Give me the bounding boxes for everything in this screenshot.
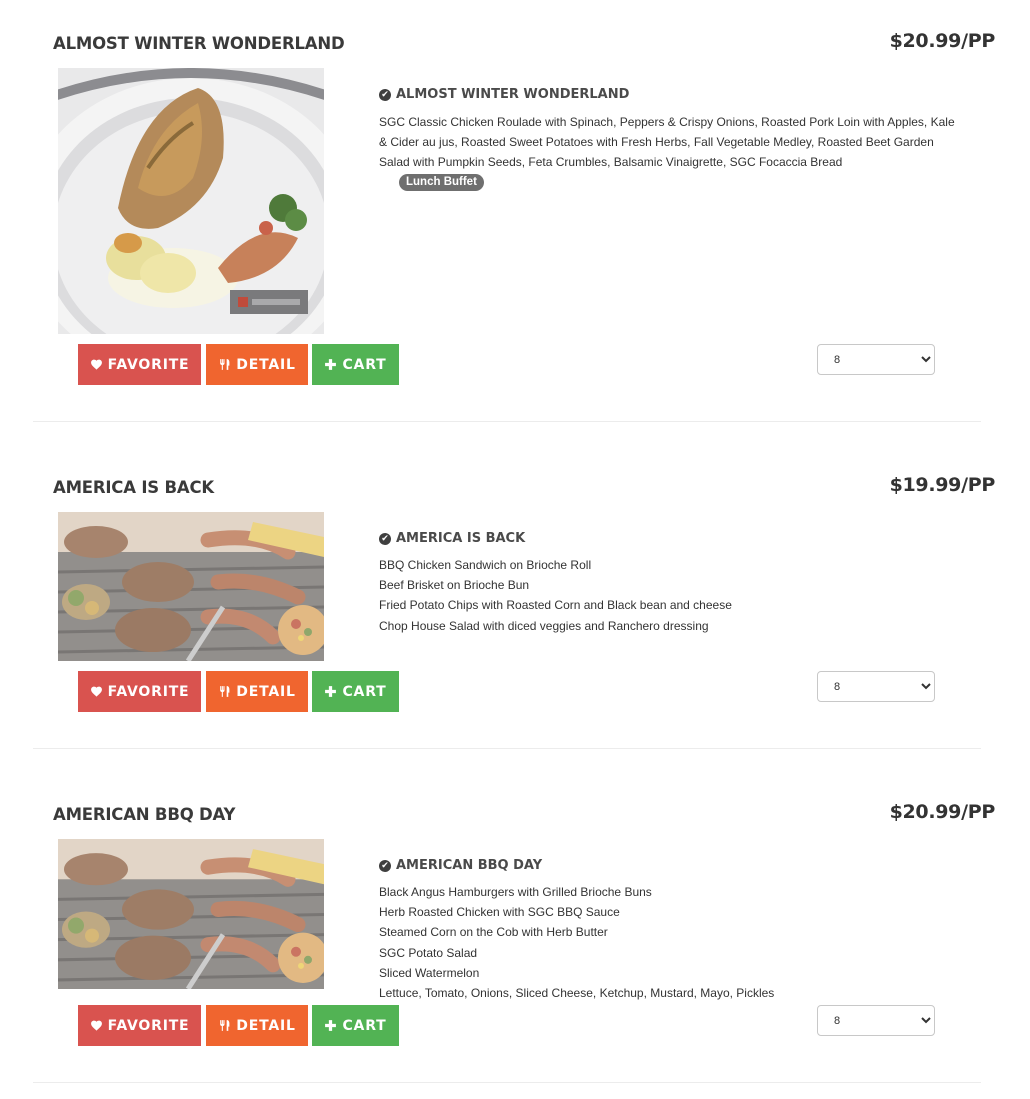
check-circle-icon: ✔ bbox=[379, 859, 391, 872]
detail-heading: ✔ ALMOST WINTER WONDERLAND bbox=[379, 87, 964, 102]
detail-label: DETAIL bbox=[236, 356, 296, 373]
category-badge[interactable]: Lunch Buffet bbox=[399, 174, 484, 191]
detail-label: DETAIL bbox=[236, 1017, 296, 1034]
item-price: $20.99/PP bbox=[889, 30, 996, 52]
detail-button[interactable]: DETAIL bbox=[206, 344, 308, 385]
cutlery-icon bbox=[218, 1019, 231, 1032]
plus-icon bbox=[324, 1019, 337, 1032]
detail-button[interactable]: DETAIL bbox=[206, 671, 308, 712]
favorite-label: FAVORITE bbox=[107, 683, 190, 700]
add-to-cart-button[interactable]: CART bbox=[312, 1005, 399, 1046]
item-title: AMERICA IS BACK bbox=[53, 478, 214, 497]
favorite-label: FAVORITE bbox=[107, 356, 190, 373]
plus-icon bbox=[324, 358, 337, 371]
menu-line: Herb Roasted Chicken with SGC BBQ Sauce bbox=[379, 905, 620, 920]
detail-heading: ✔ AMERICAN BBQ DAY bbox=[379, 858, 964, 873]
favorite-button[interactable]: FAVORITE bbox=[78, 344, 201, 385]
detail-label: DETAIL bbox=[236, 683, 296, 700]
menu-lines: BBQ Chicken Sandwich on Brioche Roll Bee… bbox=[379, 555, 964, 636]
menu-line: Steamed Corn on the Cob with Herb Butter bbox=[379, 925, 608, 940]
bbq-grill-photo[interactable] bbox=[58, 839, 324, 989]
cutlery-icon bbox=[218, 358, 231, 371]
bbq-grill-photo[interactable] bbox=[58, 512, 324, 661]
favorite-button[interactable]: FAVORITE bbox=[78, 671, 201, 712]
menu-line: Fried Potato Chips with Roasted Corn and… bbox=[379, 598, 732, 613]
add-to-cart-button[interactable]: CART bbox=[312, 344, 399, 385]
check-circle-icon: ✔ bbox=[379, 88, 391, 101]
cutlery-icon bbox=[218, 685, 231, 698]
detail-heading: ✔ AMERICA IS BACK bbox=[379, 531, 964, 546]
heart-icon bbox=[90, 1019, 103, 1032]
cart-label: CART bbox=[342, 1017, 387, 1034]
item-price: $19.99/PP bbox=[889, 474, 996, 496]
menu-line: Beef Brisket on Brioche Bun bbox=[379, 578, 530, 593]
favorite-button[interactable]: FAVORITE bbox=[78, 1005, 201, 1046]
cart-label: CART bbox=[342, 356, 387, 373]
add-to-cart-button[interactable]: CART bbox=[312, 671, 399, 712]
menu-line: BBQ Chicken Sandwich on Brioche Roll bbox=[379, 558, 592, 572]
menu-line: Sliced Watermelon bbox=[379, 965, 480, 980]
divider bbox=[33, 421, 981, 422]
quantity-select[interactable]: 8 bbox=[817, 671, 935, 702]
divider bbox=[33, 748, 981, 749]
detail-title: AMERICA IS BACK bbox=[396, 531, 526, 546]
plus-icon bbox=[324, 685, 337, 698]
item-description: ✔ ALMOST WINTER WONDERLAND SGC Classic C… bbox=[379, 87, 964, 191]
favorite-label: FAVORITE bbox=[107, 1017, 190, 1034]
menu-line: Black Angus Hamburgers with Grilled Brio… bbox=[379, 885, 652, 899]
detail-button[interactable]: DETAIL bbox=[206, 1005, 308, 1046]
menu-line: SGC Potato Salad bbox=[379, 945, 478, 960]
menu-line: Lettuce, Tomato, Onions, Sliced Cheese, … bbox=[379, 986, 775, 1001]
detail-title: AMERICAN BBQ DAY bbox=[396, 858, 543, 873]
detail-title: ALMOST WINTER WONDERLAND bbox=[396, 87, 630, 102]
check-circle-icon: ✔ bbox=[379, 532, 391, 545]
heart-icon bbox=[90, 358, 103, 371]
quantity-select[interactable]: 8 bbox=[817, 344, 935, 375]
item-title: ALMOST WINTER WONDERLAND bbox=[53, 34, 345, 53]
description-text: SGC Classic Chicken Roulade with Spinach… bbox=[379, 115, 955, 169]
cart-label: CART bbox=[342, 683, 387, 700]
item-description: ✔ AMERICA IS BACK BBQ Chicken Sandwich o… bbox=[379, 531, 964, 636]
item-price: $20.99/PP bbox=[889, 801, 996, 823]
item-title: AMERICAN BBQ DAY bbox=[53, 805, 236, 824]
menu-lines: Black Angus Hamburgers with Grilled Brio… bbox=[379, 882, 964, 1003]
menu-line: Chop House Salad with diced veggies and … bbox=[379, 618, 709, 633]
chicken-roulade-plate-photo[interactable] bbox=[58, 68, 324, 334]
heart-icon bbox=[90, 685, 103, 698]
divider bbox=[33, 1082, 981, 1083]
quantity-select[interactable]: 8 bbox=[817, 1005, 935, 1036]
item-description: ✔ AMERICAN BBQ DAY Black Angus Hamburger… bbox=[379, 858, 964, 1003]
